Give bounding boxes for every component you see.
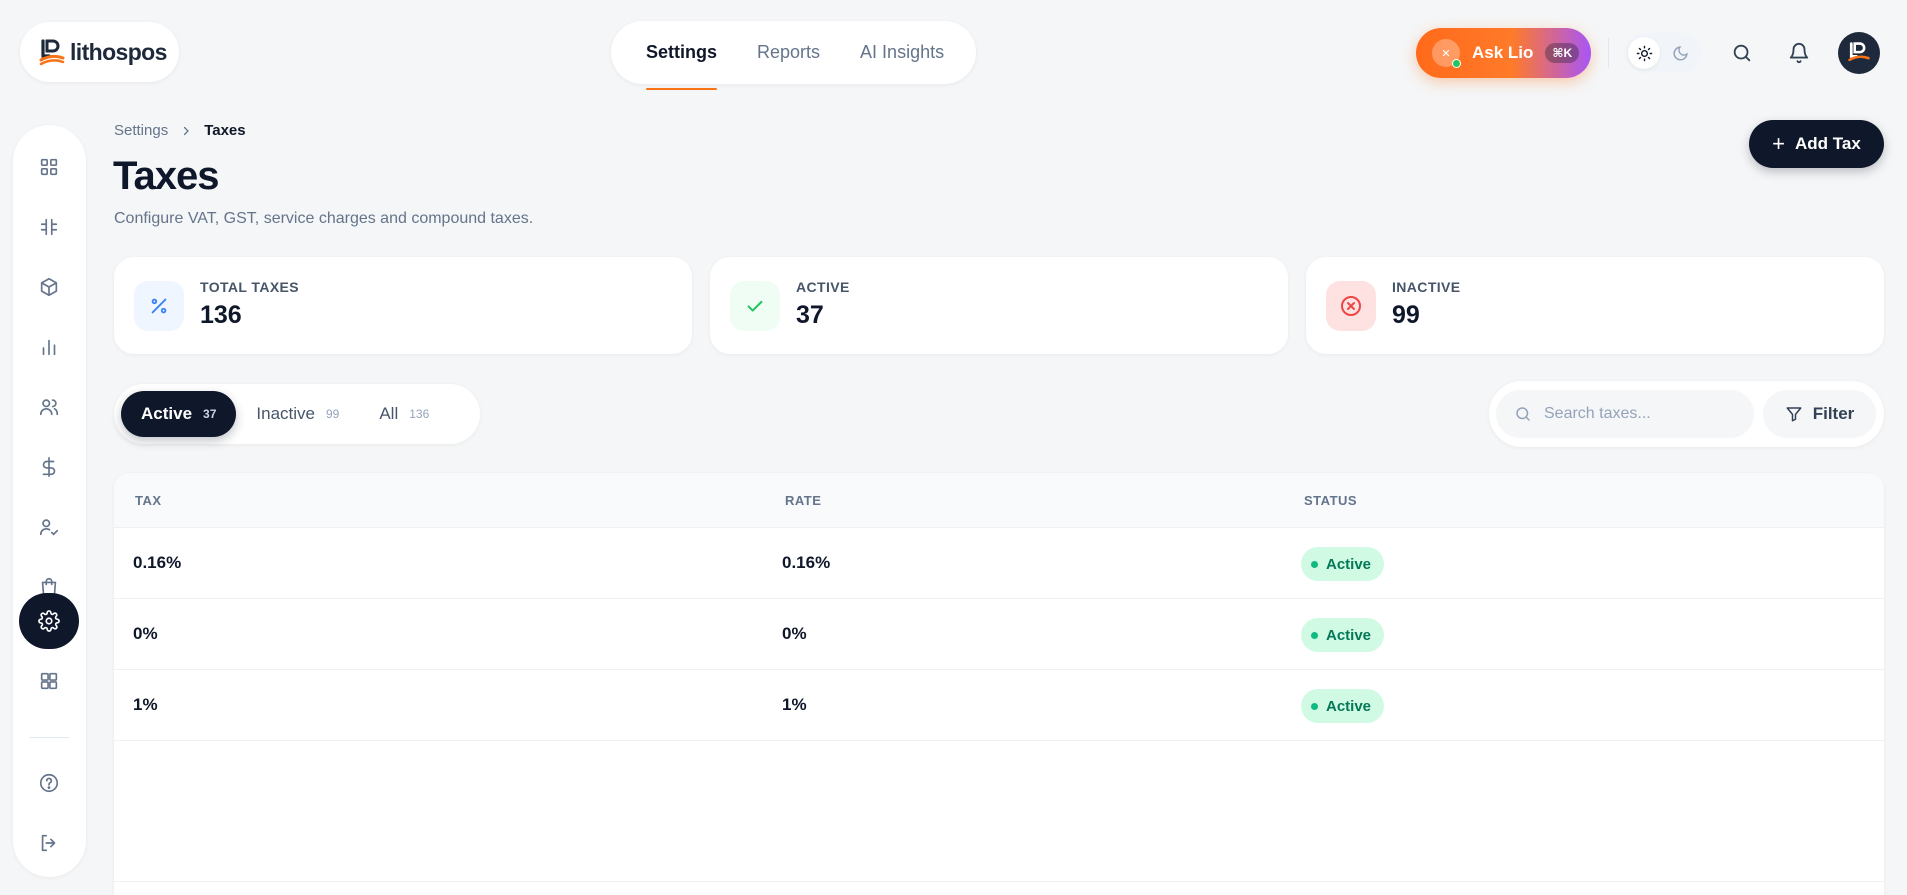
stat-value: 136 bbox=[200, 301, 242, 329]
brand-logo-icon bbox=[39, 39, 65, 66]
sidebar-item-dashboard[interactable] bbox=[19, 139, 79, 195]
breadcrumb-current: Taxes bbox=[204, 122, 246, 139]
dollar-icon bbox=[42, 457, 56, 477]
stat-label: ACTIVE bbox=[796, 279, 850, 295]
breadcrumb-settings[interactable]: Settings bbox=[114, 122, 168, 139]
page-title: Taxes bbox=[113, 154, 219, 198]
search-icon bbox=[1733, 44, 1751, 62]
cell-rate: 0.16% bbox=[782, 553, 831, 572]
sidebar-item-products[interactable] bbox=[19, 259, 79, 315]
taxes-table: TAX RATE STATUS 0.16% 0.16% Active 0% 0%… bbox=[114, 473, 1884, 895]
sidebar-item-pos[interactable] bbox=[19, 199, 79, 255]
online-indicator bbox=[1452, 59, 1461, 68]
chevron-right-icon bbox=[184, 126, 190, 135]
brand-logo[interactable]: lithospos bbox=[20, 22, 179, 82]
light-mode-button[interactable] bbox=[1628, 37, 1660, 69]
stat-label: INACTIVE bbox=[1392, 279, 1461, 295]
box-icon bbox=[40, 277, 58, 297]
sliders-icon bbox=[40, 218, 58, 236]
sidebar-divider bbox=[30, 737, 69, 738]
segment-count: 136 bbox=[409, 407, 430, 421]
sidebar-item-finance[interactable] bbox=[19, 439, 79, 495]
bell-icon bbox=[1789, 43, 1809, 64]
stat-value: 37 bbox=[796, 301, 824, 329]
stat-value: 99 bbox=[1392, 301, 1420, 329]
cell-tax: 0% bbox=[133, 624, 158, 643]
table-row[interactable]: 0% 0% Active bbox=[114, 599, 1884, 670]
bar-chart-icon bbox=[42, 339, 56, 356]
cell-tax: 1% bbox=[133, 695, 158, 714]
header-divider bbox=[1608, 38, 1609, 68]
gear-icon bbox=[38, 610, 60, 632]
brand-name: lithospos bbox=[70, 38, 167, 65]
search-icon bbox=[1516, 407, 1530, 421]
avatar-logo-icon bbox=[1848, 42, 1870, 62]
search-input[interactable] bbox=[1544, 405, 1734, 423]
page-subtitle: Configure VAT, GST, service charges and … bbox=[114, 210, 534, 227]
sidebar-item-staff[interactable] bbox=[19, 499, 79, 555]
segment-active[interactable]: Active 37 bbox=[121, 391, 237, 437]
status-badge: Active bbox=[1301, 547, 1385, 581]
dark-mode-button[interactable] bbox=[1664, 37, 1696, 69]
cell-rate: 0% bbox=[782, 624, 807, 643]
theme-toggle[interactable] bbox=[1624, 33, 1702, 73]
search-button[interactable] bbox=[1727, 38, 1757, 68]
search-box[interactable] bbox=[1496, 390, 1754, 438]
sidebar-item-help[interactable] bbox=[19, 755, 79, 811]
user-check-icon bbox=[39, 519, 59, 536]
table-header: TAX RATE STATUS bbox=[114, 473, 1884, 528]
table-divider bbox=[114, 881, 1884, 882]
segment-all[interactable]: All 136 bbox=[359, 391, 449, 437]
apps-icon bbox=[40, 672, 58, 690]
segment-count: 37 bbox=[203, 407, 217, 421]
sun-icon bbox=[1636, 45, 1652, 61]
add-tax-button[interactable]: + Add Tax bbox=[1749, 120, 1884, 168]
user-avatar[interactable] bbox=[1838, 32, 1880, 74]
lio-avatar: ✕ bbox=[1432, 39, 1461, 68]
percent-icon bbox=[134, 281, 184, 331]
sidebar-item-settings[interactable] bbox=[19, 593, 79, 649]
segment-inactive[interactable]: Inactive 99 bbox=[236, 391, 359, 437]
tab-reports[interactable]: Reports bbox=[757, 21, 820, 84]
sidebar-item-integrations[interactable] bbox=[19, 653, 79, 709]
plus-icon: + bbox=[1772, 131, 1786, 156]
sidebar bbox=[13, 125, 86, 877]
help-icon bbox=[39, 773, 59, 793]
cell-tax: 0.16% bbox=[133, 553, 182, 572]
column-header-tax[interactable]: TAX bbox=[135, 493, 162, 508]
ask-lio-button[interactable]: ✕ Ask Lio ⌘K bbox=[1416, 28, 1591, 78]
x-circle-icon bbox=[1326, 281, 1376, 331]
stat-card-inactive: INACTIVE 99 bbox=[1306, 257, 1884, 354]
tab-ai-insights[interactable]: AI Insights bbox=[860, 21, 944, 84]
logout-icon bbox=[41, 834, 56, 852]
table-toolbar: Filter bbox=[1489, 381, 1884, 447]
breadcrumb: Settings Taxes bbox=[114, 122, 246, 139]
column-header-rate[interactable]: RATE bbox=[785, 493, 821, 508]
sidebar-item-logout[interactable] bbox=[19, 815, 79, 871]
notifications-button[interactable] bbox=[1784, 38, 1814, 68]
tab-settings[interactable]: Settings bbox=[646, 21, 718, 90]
table-row[interactable]: 0.16% 0.16% Active bbox=[114, 528, 1884, 599]
top-navigation: Settings Reports AI Insights bbox=[611, 21, 976, 90]
sidebar-item-customers[interactable] bbox=[19, 379, 79, 435]
shortcut-badge: ⌘K bbox=[1545, 43, 1580, 63]
users-icon bbox=[39, 399, 59, 416]
segment-count: 99 bbox=[325, 407, 340, 421]
filter-icon bbox=[1786, 407, 1802, 422]
status-segment-control: Active 37 Inactive 99 All 136 bbox=[114, 384, 480, 444]
ask-lio-label: Ask Lio bbox=[1472, 43, 1534, 62]
grid-icon bbox=[40, 158, 58, 176]
check-icon bbox=[730, 281, 780, 331]
table-row[interactable]: 1% 1% Active bbox=[114, 670, 1884, 741]
status-badge: Active bbox=[1301, 689, 1385, 723]
stat-card-total: TOTAL TAXES 136 bbox=[114, 257, 692, 354]
column-header-status[interactable]: STATUS bbox=[1304, 493, 1357, 508]
sidebar-item-analytics[interactable] bbox=[19, 319, 79, 375]
filter-button[interactable]: Filter bbox=[1763, 390, 1876, 438]
stat-label: TOTAL TAXES bbox=[200, 279, 300, 295]
cell-rate: 1% bbox=[782, 695, 807, 714]
moon-icon bbox=[1673, 45, 1688, 60]
status-badge: Active bbox=[1301, 618, 1385, 652]
stat-card-active: ACTIVE 37 bbox=[710, 257, 1288, 354]
